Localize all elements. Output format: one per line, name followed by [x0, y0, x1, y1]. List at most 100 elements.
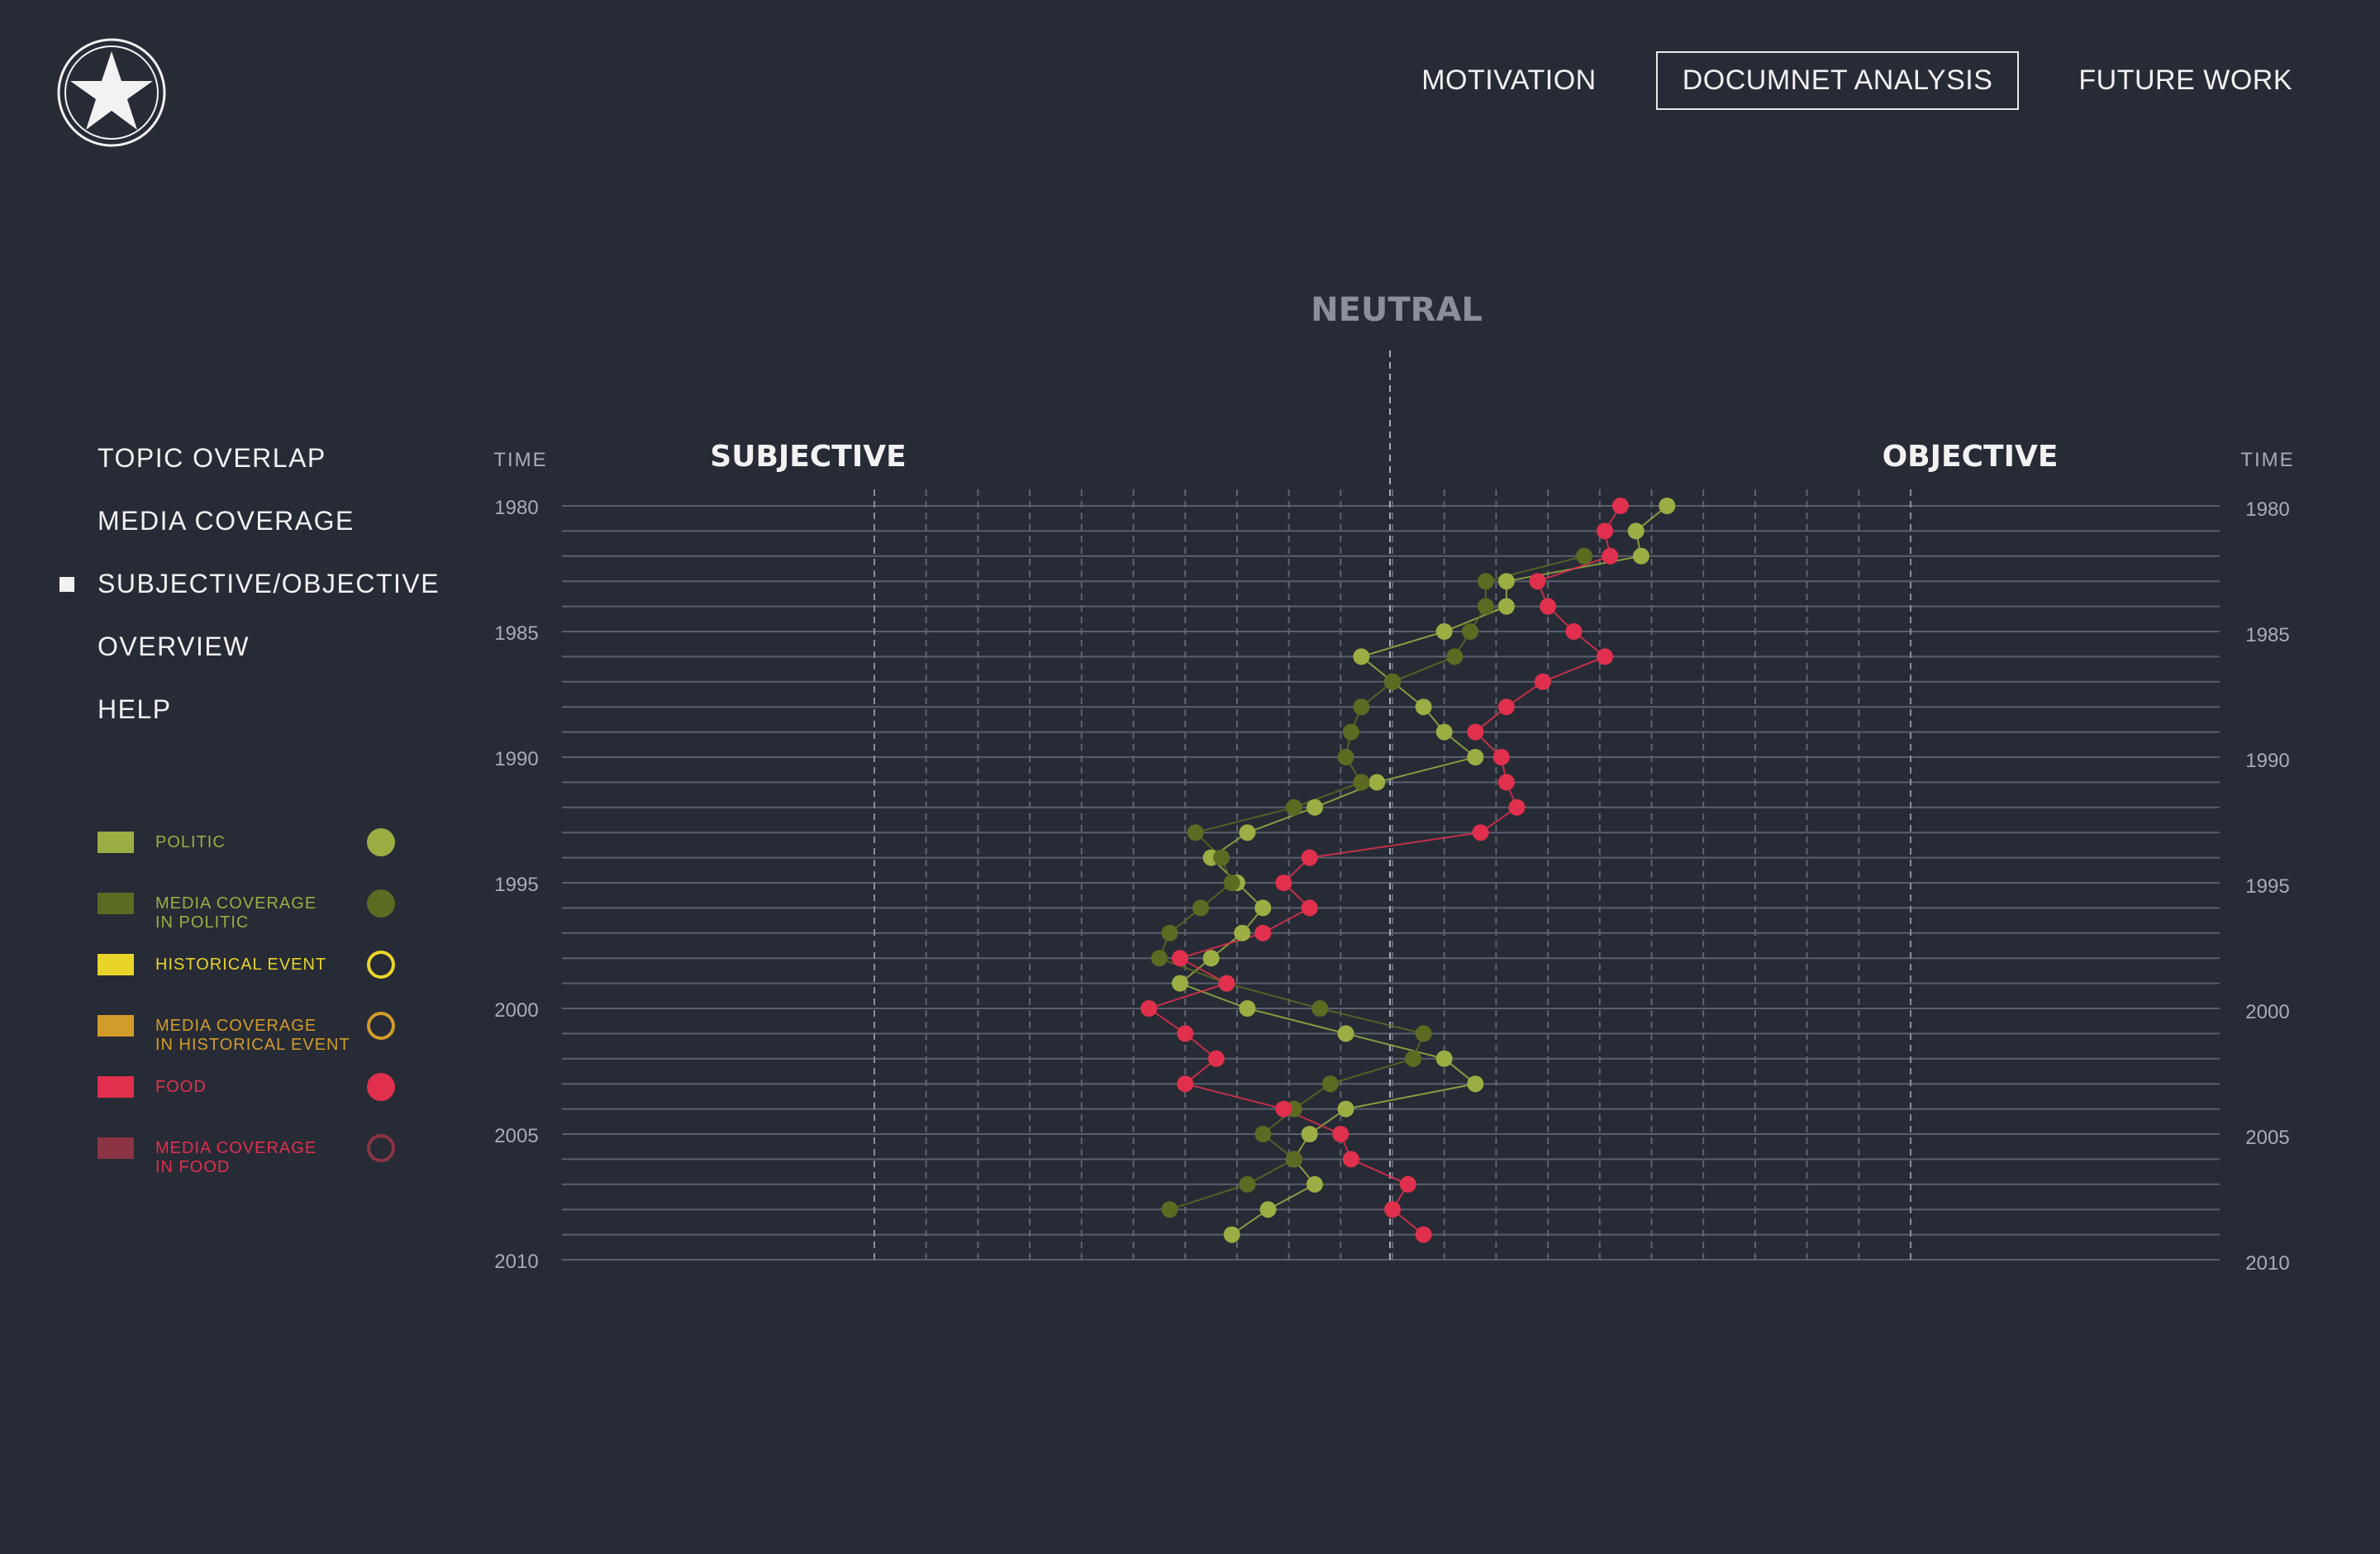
data-point: [1239, 1175, 1256, 1193]
year-tick-label: 1995: [2245, 875, 2289, 898]
year-tick-label: 2005: [2245, 1127, 2289, 1149]
data-point: [1540, 598, 1557, 615]
year-tick-label: 1990: [2245, 750, 2289, 772]
data-point: [1223, 875, 1240, 891]
data-point: [1234, 924, 1251, 941]
series-line: [1147, 505, 1621, 1236]
data-point: [1435, 723, 1453, 741]
year-tick-label: 2000: [494, 999, 538, 1022]
data-point: [1337, 749, 1354, 765]
data-point: [1435, 623, 1453, 640]
data-point: [1342, 723, 1359, 741]
data-point: [1415, 1226, 1432, 1243]
subjective-objective-chart: NEUTRAL SUBJECTIVE OBJECTIVE TIME TIME 1980 19…: [493, 291, 2294, 1275]
data-point: [1254, 1126, 1272, 1142]
neutral-label: NEUTRAL: [1311, 291, 1483, 329]
data-point: [1575, 547, 1592, 565]
objective-label: OBJECTIVE: [1883, 440, 2059, 474]
data-point: [1239, 1000, 1256, 1017]
year-tick-label: 1985: [2245, 624, 2289, 646]
data-point: [1337, 1100, 1354, 1118]
data-point: [1207, 1050, 1225, 1067]
data-point: [1565, 623, 1583, 640]
data-point: [1321, 1075, 1339, 1093]
data-point: [1353, 774, 1370, 791]
data-point: [1384, 673, 1401, 690]
data-point: [1368, 774, 1386, 791]
data-point: [1171, 975, 1188, 992]
data-point: [1223, 1226, 1240, 1243]
data-point: [1301, 899, 1318, 917]
year-tick-label: 1990: [494, 748, 538, 770]
data-point: [1337, 1025, 1354, 1042]
data-point: [1218, 975, 1235, 992]
data-point: [1306, 798, 1323, 816]
data-point: [1477, 598, 1494, 615]
data-point: [1597, 648, 1614, 665]
data-point: [1161, 924, 1178, 941]
data-point: [1353, 648, 1370, 665]
data-point: [1259, 1201, 1277, 1218]
data-point: [1140, 1000, 1158, 1017]
data-point: [1467, 1075, 1484, 1093]
data-point: [1472, 824, 1489, 841]
data-point: [1161, 1201, 1178, 1218]
data-point: [1332, 1126, 1349, 1142]
data-point: [1275, 1100, 1292, 1118]
data-point: [1467, 749, 1484, 765]
year-tick-label: 2005: [494, 1125, 538, 1147]
data-point: [1150, 950, 1168, 967]
data-point: [1192, 899, 1210, 917]
data-point: [1405, 1050, 1422, 1067]
data-point: [1285, 798, 1302, 816]
data-point: [1301, 1126, 1318, 1142]
year-tick-label: 1985: [494, 622, 538, 645]
year-tick-label: 1980: [494, 497, 538, 519]
data-point: [1477, 573, 1494, 590]
data-point: [1632, 547, 1649, 565]
year-tick-label: 2010: [494, 1251, 538, 1273]
subjective-label: SUBJECTIVE: [710, 440, 906, 474]
data-point: [1254, 899, 1272, 917]
data-point: [1467, 723, 1484, 741]
data-point: [1497, 698, 1515, 716]
data-point: [1492, 749, 1510, 765]
data-point: [1301, 849, 1318, 866]
year-tick-label: 2010: [2245, 1252, 2289, 1275]
data-point: [1529, 573, 1546, 590]
data-point: [1497, 774, 1515, 791]
year-tick-label: 1995: [494, 874, 538, 896]
data-point: [1597, 522, 1614, 540]
data-point: [1285, 1151, 1302, 1168]
data-point: [1497, 598, 1515, 615]
data-point: [1202, 950, 1220, 967]
data-point: [1353, 698, 1370, 716]
data-point: [1435, 1050, 1453, 1067]
data-point: [1508, 798, 1526, 816]
data-point: [1306, 1175, 1323, 1193]
data-point: [1342, 1151, 1359, 1168]
data-point: [1415, 698, 1432, 716]
data-point: [1384, 1201, 1401, 1218]
data-point: [1171, 950, 1188, 967]
data-point: [1254, 924, 1272, 941]
data-point: [1177, 1025, 1194, 1042]
year-tick-label: 2000: [2245, 1001, 2289, 1023]
data-point: [1627, 522, 1645, 540]
data-point: [1187, 824, 1204, 841]
time-label-right: TIME: [2240, 449, 2294, 471]
data-point: [1534, 673, 1551, 690]
data-point: [1213, 849, 1230, 866]
series-line: [1178, 505, 1668, 1236]
year-tick-label: 1980: [2245, 498, 2289, 521]
data-point: [1446, 648, 1464, 665]
data-point: [1415, 1025, 1432, 1042]
time-label-left: TIME: [493, 449, 547, 471]
data-point: [1239, 824, 1256, 841]
data-point: [1311, 1000, 1329, 1017]
data-point: [1177, 1075, 1194, 1093]
data-point: [1611, 498, 1629, 514]
data-point: [1602, 547, 1619, 565]
data-point: [1462, 623, 1479, 640]
data-point: [1659, 498, 1676, 514]
